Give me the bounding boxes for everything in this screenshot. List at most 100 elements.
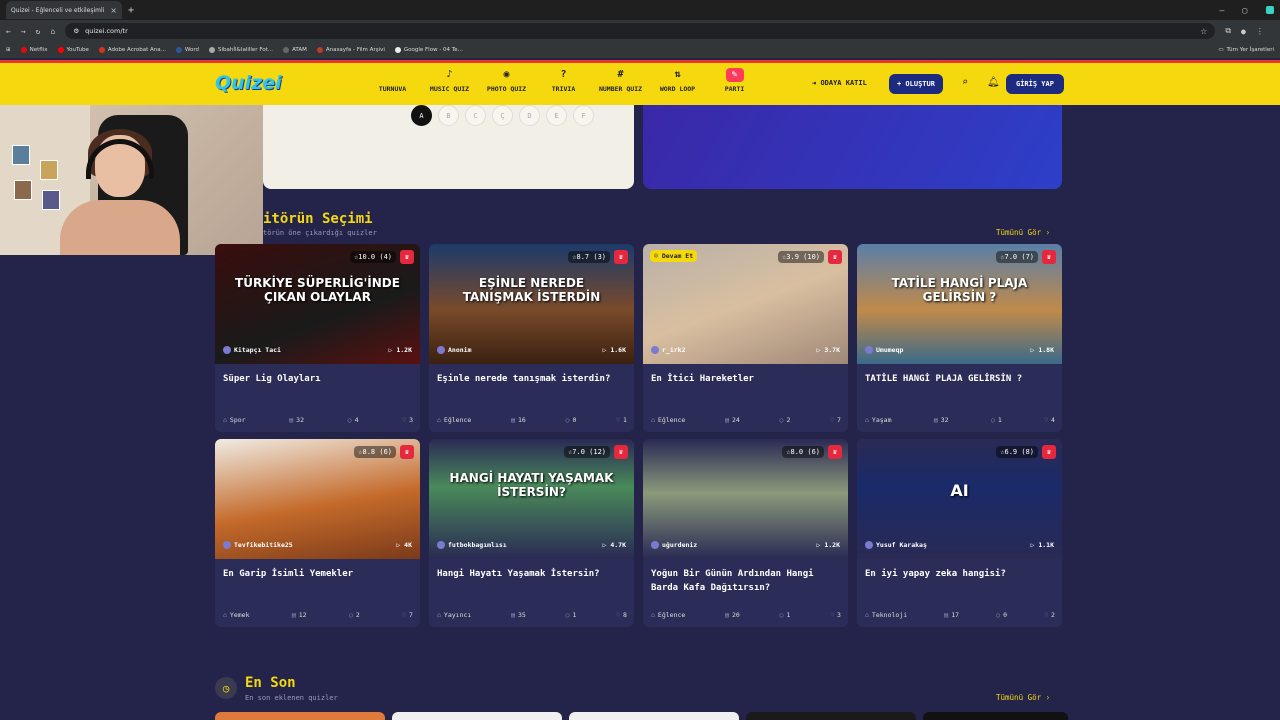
bookmark-item[interactable]: Google Flow - 04 Te... [394,47,463,53]
join-room-button[interactable]: ⇥ ODAYA KATIL [812,79,867,87]
category[interactable]: ⌂ Eğlence [651,611,685,619]
address-bar[interactable]: ⚙ quizei.com/tr ☆ [65,23,1216,39]
category[interactable]: ⌂ Yemek [223,611,250,619]
favorite-icon[interactable]: ♛ [400,445,414,459]
promo-banner[interactable] [643,105,1062,189]
bookmark-item[interactable]: Sibahİl&Ialiller Fot... [209,47,273,53]
bookmark-item[interactable]: Word [175,47,199,53]
quiz-author[interactable]: futbokbagımlısı [437,541,507,549]
category[interactable]: ⌂ Eğlence [437,416,471,424]
reload-icon[interactable]: ↻ [36,27,41,36]
latest-card-thumb[interactable] [569,712,739,720]
minimize-icon[interactable]: — [1220,6,1225,15]
quiz-title[interactable]: Hangi Hayatı Yaşamak İstersin? [437,567,627,581]
quiz-card[interactable]: HANGİ HAYATI YAŞAMAK İSTERSİN? ☆7.0 (12) ♛… [429,439,634,627]
latest-card-thumb[interactable] [392,712,562,720]
favorite-icon[interactable]: ♛ [1042,445,1056,459]
category[interactable]: ⌂ Yayıncı [437,611,471,619]
quiz-author[interactable]: Kitapçı Taci [223,346,281,354]
login-button[interactable]: GİRİŞ YAP [1006,74,1064,94]
quiz-card[interactable]: ☆8.0 (6) ♛ uğurdeniz ▷ 1.2K Yoğun Bir Günün … [643,439,848,627]
favorite-icon[interactable]: ♛ [614,250,628,264]
quiz-author[interactable]: Yusuf Karakaş [865,541,927,549]
letter-button[interactable]: E [546,105,567,126]
category[interactable]: ⌂ Eğlence [651,416,685,424]
quiz-card[interactable]: ☆8.8 (6) ♛ Tevfikebitike25 ▷ 4K En Garip İsi… [215,439,420,627]
like-count[interactable]: ♡ 4 [1044,416,1055,424]
quiz-card[interactable]: EŞİNLE NEREDE TANIŞMAK İSTERDİN ☆8.7 (3) ♛… [429,244,634,432]
quiz-author[interactable]: uğurdeniz [651,541,697,549]
continue-badge[interactable]: ☺ Devam Et [650,250,698,262]
forward-icon[interactable]: → [21,27,26,36]
quiz-title[interactable]: En Garip İsimli Yemekler [223,567,413,581]
like-count[interactable]: ♡ 2 [1044,611,1055,619]
create-button[interactable]: + OLUŞTUR [889,74,943,94]
category[interactable]: ⌂ Spor [223,416,246,424]
maximize-icon[interactable]: ▢ [1242,6,1247,15]
bookmark-item[interactable]: Netflix [20,47,48,53]
nav-item-trivia[interactable]: ? TRIVIA [541,68,586,93]
like-count[interactable]: ♡ 8 [616,611,627,619]
see-all-link[interactable]: Tümünü Gör › [996,228,1050,237]
letter-button[interactable]: C [465,105,486,126]
quiz-card[interactable]: ☺ Devam Et ☆3.9 (10) ♛ r_irk2 ▷ 3.7K En İtici… [643,244,848,432]
like-count[interactable]: ♡ 1 [616,416,627,424]
back-icon[interactable]: ← [6,27,11,36]
menu-icon[interactable]: ⋮ [1256,27,1264,36]
quiz-author[interactable]: r_irk2 [651,346,685,354]
category[interactable]: ⌂ Teknoloji [865,611,907,619]
latest-card-thumb[interactable] [746,712,916,720]
bookmark-star-icon[interactable]: ☆ [1200,27,1207,36]
like-count[interactable]: ♡ 7 [830,416,841,424]
letter-button[interactable]: B [438,105,459,126]
browser-tab[interactable]: Quizei - Eğlenceli ve etkileşimli × [6,1,1274,19]
all-bookmarks[interactable]: ▭ Tüm Yer İşaretleri [1218,47,1274,53]
extensions-icon[interactable]: ⧉ [1225,26,1231,36]
favorite-icon[interactable]: ♛ [1042,250,1056,264]
quiz-author[interactable]: Anonim [437,346,471,354]
quiz-author[interactable]: Tevfikebitike25 [223,541,293,549]
quiz-title[interactable]: Eşinle nerede tanışmak isterdin? [437,372,627,386]
quiz-card[interactable]: TÜRKİYE SÜPERLİG'İNDE ÇIKAN OLAYLAR ☆10.0… [215,244,420,432]
site-logo[interactable]: Quizei [215,72,282,94]
letter-button[interactable]: F [573,105,594,126]
like-count[interactable]: ♡ 3 [402,416,413,424]
favorite-icon[interactable]: ♛ [614,445,628,459]
letter-button[interactable]: A [411,105,432,126]
latest-card-thumb[interactable] [923,712,1068,720]
nav-item-word-loop[interactable]: ⇅ WORD LOOP [655,68,700,93]
latest-card-thumb[interactable] [215,712,385,720]
quiz-title[interactable]: En iyi yapay zeka hangisi? [865,567,1055,581]
like-count[interactable]: ♡ 3 [830,611,841,619]
nav-item-music-quiz[interactable]: ♪ MUSIC QUIZ [427,68,472,93]
home-icon[interactable]: ⌂ [50,27,55,36]
quiz-author[interactable]: Umumeqp [865,346,903,354]
quiz-title[interactable]: Yoğun Bir Günün Ardından Hangi Barda Kaf… [651,567,841,595]
bookmark-item[interactable]: Adobe Acrobat Ana... [98,47,166,53]
bell-icon[interactable]: 🔔︎ [987,77,1000,88]
new-tab-icon[interactable]: + [128,5,134,16]
see-all-link[interactable]: Tümünü Gör › [996,693,1050,702]
profile-icon[interactable]: ● [1241,27,1246,36]
favorite-icon[interactable]: ♛ [828,445,842,459]
like-count[interactable]: ♡ 7 [402,611,413,619]
letter-button[interactable]: Ç [492,105,513,126]
favorite-icon[interactable]: ♛ [828,250,842,264]
nav-item-turnuva[interactable]: TURNUVA [370,68,415,93]
bookmark-item[interactable]: ATAM [283,47,307,53]
favorite-icon[interactable]: ♛ [400,250,414,264]
apps-icon[interactable]: ⊞ [6,47,11,53]
quiz-card[interactable]: TATİLE HANGİ PLAJA GELİRSİN ? ☆7.0 (7) ♛ Um… [857,244,1062,432]
category[interactable]: ⌂ Yaşam [865,416,892,424]
quiz-card[interactable]: AI ☆6.9 (8) ♛ Yusuf Karakaş ▷ 1.1K En iyi yap… [857,439,1062,627]
quiz-title[interactable]: Süper Lig Olayları [223,372,413,386]
quiz-title[interactable]: En İtici Hareketler [651,372,841,386]
site-info-icon[interactable]: ⚙ [73,27,79,35]
nav-item-number-quiz[interactable]: # NUMBER QUIZ [598,68,643,93]
search-icon[interactable]: ⌕ [962,77,968,88]
quiz-title[interactable]: TATİLE HANGİ PLAJA GELİRSİN ? [865,372,1055,386]
close-tab-icon[interactable]: × [110,6,117,15]
letter-button[interactable]: D [519,105,540,126]
bookmark-item[interactable]: YouTube [57,47,89,53]
bookmark-item[interactable]: Anasayfa - Film Arşivi [316,47,385,53]
